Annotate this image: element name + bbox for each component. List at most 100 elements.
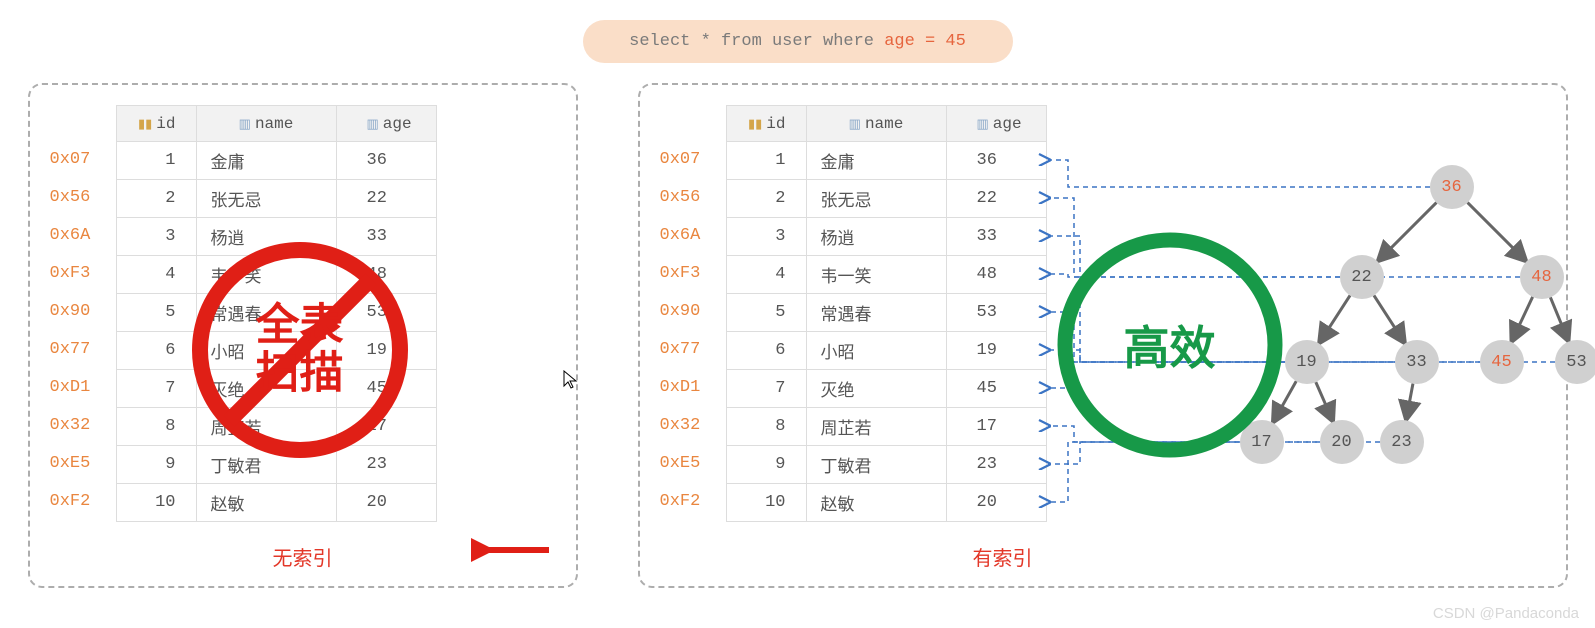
- tree-node: 33: [1395, 340, 1439, 384]
- row-address: 0x90: [50, 293, 110, 331]
- row-address: 0x77: [660, 331, 720, 369]
- bst-tree: 36224819334553172023: [1090, 155, 1560, 515]
- cell-age: 23: [946, 446, 1046, 484]
- row-address: 0x56: [50, 179, 110, 217]
- cell-id: 5: [116, 294, 196, 332]
- panel-with-index: 0x070x560x6A0xF30x900x770xD10x320xE50xF2…: [638, 83, 1568, 588]
- cell-age: 45: [946, 370, 1046, 408]
- cell-name: 赵敏: [806, 484, 946, 522]
- row-address: 0x77: [50, 331, 110, 369]
- cell-name: 金庸: [196, 142, 336, 180]
- cell-name: 常遇春: [196, 294, 336, 332]
- cell-name: 丁敏君: [806, 446, 946, 484]
- pk-icon: ▮▮: [138, 117, 152, 132]
- cell-id: 8: [116, 408, 196, 446]
- cell-age: 33: [336, 218, 436, 256]
- table-row: 3 杨逍 33: [116, 218, 436, 256]
- tree-node: 48: [1520, 255, 1564, 299]
- cell-id: 6: [726, 332, 806, 370]
- tree-node: 53: [1555, 340, 1595, 384]
- cell-name: 周芷若: [806, 408, 946, 446]
- cell-id: 10: [726, 484, 806, 522]
- cell-id: 6: [116, 332, 196, 370]
- sql-highlight: age = 45: [884, 32, 966, 51]
- cell-id: 5: [726, 294, 806, 332]
- cell-name: 金庸: [806, 142, 946, 180]
- pk-icon: ▮▮: [748, 117, 762, 132]
- sql-query-bar: select * from user where age = 45: [583, 20, 1013, 63]
- panel-no-index: 0x070x560x6A0xF30x900x770xD10x320xE50xF2…: [28, 83, 578, 588]
- table-row: 7 灭绝 45: [726, 370, 1046, 408]
- table-row: 5 常遇春 53: [726, 294, 1046, 332]
- mouse-cursor-icon: [563, 370, 579, 396]
- table-row: 3 杨逍 33: [726, 218, 1046, 256]
- row-address: 0xD1: [50, 369, 110, 407]
- cell-age: 45: [336, 370, 436, 408]
- column-icon: ▥: [977, 117, 989, 132]
- cell-age: 19: [946, 332, 1046, 370]
- row-address: 0xE5: [660, 445, 720, 483]
- row-address: 0xD1: [660, 369, 720, 407]
- cell-name: 灭绝: [806, 370, 946, 408]
- table-row: 4 韦一笑 48: [726, 256, 1046, 294]
- tree-node: 22: [1340, 255, 1384, 299]
- row-address: 0xE5: [50, 445, 110, 483]
- row-address: 0x32: [660, 407, 720, 445]
- cell-name: 赵敏: [196, 484, 336, 522]
- cell-age: 22: [946, 180, 1046, 218]
- cell-id: 9: [726, 446, 806, 484]
- table-row: 5 常遇春 53: [116, 294, 436, 332]
- row-address: 0x32: [50, 407, 110, 445]
- cell-id: 1: [116, 142, 196, 180]
- tree-node: 20: [1320, 420, 1364, 464]
- cell-id: 7: [116, 370, 196, 408]
- cell-name: 灭绝: [196, 370, 336, 408]
- cell-age: 36: [946, 142, 1046, 180]
- cell-name: 韦一笑: [806, 256, 946, 294]
- cell-name: 小昭: [196, 332, 336, 370]
- cell-age: 48: [946, 256, 1046, 294]
- cell-id: 3: [116, 218, 196, 256]
- tree-node: 23: [1380, 420, 1424, 464]
- table-row: 8 周芷若 17: [726, 408, 1046, 446]
- caption-with-index: 有索引: [460, 542, 1546, 571]
- cell-id: 8: [726, 408, 806, 446]
- table-row: 4 韦一笑 48: [116, 256, 436, 294]
- cell-age: 22: [336, 180, 436, 218]
- table-row: 1 金庸 36: [726, 142, 1046, 180]
- column-icon: ▥: [367, 117, 379, 132]
- table-row: 10 赵敏 20: [726, 484, 1046, 522]
- table-row: 7 灭绝 45: [116, 370, 436, 408]
- cell-name: 杨逍: [196, 218, 336, 256]
- cell-age: 33: [946, 218, 1046, 256]
- row-address: 0x6A: [660, 217, 720, 255]
- table-row: 9 丁敏君 23: [726, 446, 1046, 484]
- cell-age: 17: [946, 408, 1046, 446]
- cell-age: 36: [336, 142, 436, 180]
- cell-id: 2: [116, 180, 196, 218]
- column-icon: ▥: [239, 117, 251, 132]
- cell-age: 53: [336, 294, 436, 332]
- cell-id: 10: [116, 484, 196, 522]
- table-row: 8 周芷若 17: [116, 408, 436, 446]
- row-address: 0x6A: [50, 217, 110, 255]
- cell-id: 4: [726, 256, 806, 294]
- row-address: 0x07: [50, 141, 110, 179]
- tree-node: 45: [1480, 340, 1524, 384]
- row-address: 0xF2: [50, 483, 110, 521]
- table-row: 2 张无忌 22: [726, 180, 1046, 218]
- cell-id: 7: [726, 370, 806, 408]
- cell-age: 19: [336, 332, 436, 370]
- user-table-right: ▮▮id ▥name ▥age 1 金庸 362 张无忌 223 杨逍 334 …: [726, 105, 1047, 522]
- table-row: 1 金庸 36: [116, 142, 436, 180]
- watermark: CSDN @Pandaconda: [1433, 605, 1579, 622]
- tree-node: 19: [1285, 340, 1329, 384]
- cell-age: 23: [336, 446, 436, 484]
- tree-node: 17: [1240, 420, 1284, 464]
- cell-name: 韦一笑: [196, 256, 336, 294]
- cell-id: 9: [116, 446, 196, 484]
- cell-name: 周芷若: [196, 408, 336, 446]
- table-row: 10 赵敏 20: [116, 484, 436, 522]
- cell-name: 张无忌: [806, 180, 946, 218]
- cell-id: 2: [726, 180, 806, 218]
